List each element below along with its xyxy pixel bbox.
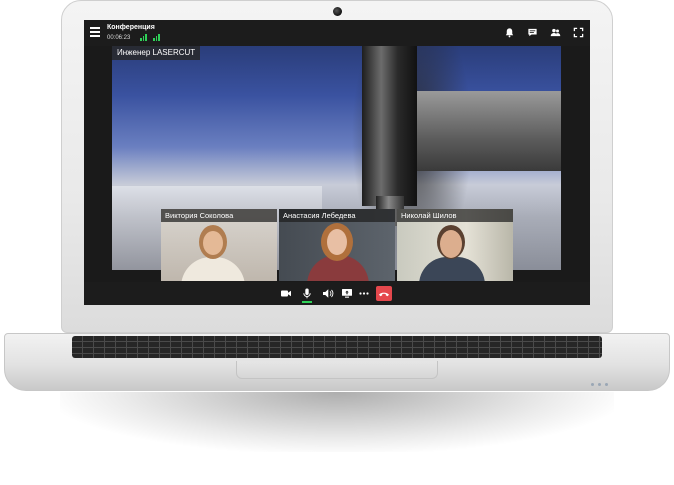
participant-name: Анастасия Лебедева [279, 209, 395, 222]
laptop-shadow [60, 392, 614, 452]
participant-tile[interactable]: Николай Шилов [397, 209, 513, 281]
video-camera-icon[interactable] [280, 288, 292, 299]
call-controls [84, 282, 590, 305]
bell-icon[interactable] [504, 27, 515, 38]
participant-tiles: Виктория Соколова Анастасия Лебедева Ник… [161, 209, 513, 281]
call-timer: 00:06:23 [107, 35, 131, 41]
touchpad [236, 361, 438, 379]
more-dots-icon[interactable] [358, 288, 370, 299]
users-icon[interactable] [550, 27, 561, 38]
signal-strength-icon [140, 34, 147, 41]
status-leds [591, 383, 608, 386]
mic-level-indicator [302, 301, 312, 303]
speaker-volume-icon[interactable] [322, 288, 334, 299]
keyboard [72, 336, 602, 358]
participant-name: Виктория Соколова [161, 209, 277, 222]
laptop-screen: Конференция 00:06:23 Инженер LASERCUT Ви… [84, 20, 590, 305]
screen-share-icon[interactable] [341, 288, 353, 299]
hamburger-menu-icon[interactable] [90, 27, 100, 37]
hang-up-phone-icon[interactable] [376, 286, 392, 301]
conference-title: Конференция [107, 24, 155, 31]
video-background-machine-arm [417, 91, 561, 171]
header-actions [504, 27, 584, 38]
microphone-icon[interactable] [301, 288, 313, 299]
participant-tile[interactable]: Анастасия Лебедева [279, 209, 395, 281]
conference-header: Конференция 00:06:23 [84, 20, 590, 46]
participant-tile[interactable]: Виктория Соколова [161, 209, 277, 281]
active-speaker-label: Инженер LASERCUT [112, 46, 201, 60]
webcam [333, 7, 342, 16]
video-background-laser-head [362, 46, 417, 206]
signal-strength-icon [153, 34, 160, 41]
chat-icon[interactable] [527, 27, 538, 38]
participant-name: Николай Шилов [397, 209, 513, 222]
fullscreen-icon[interactable] [573, 27, 584, 38]
